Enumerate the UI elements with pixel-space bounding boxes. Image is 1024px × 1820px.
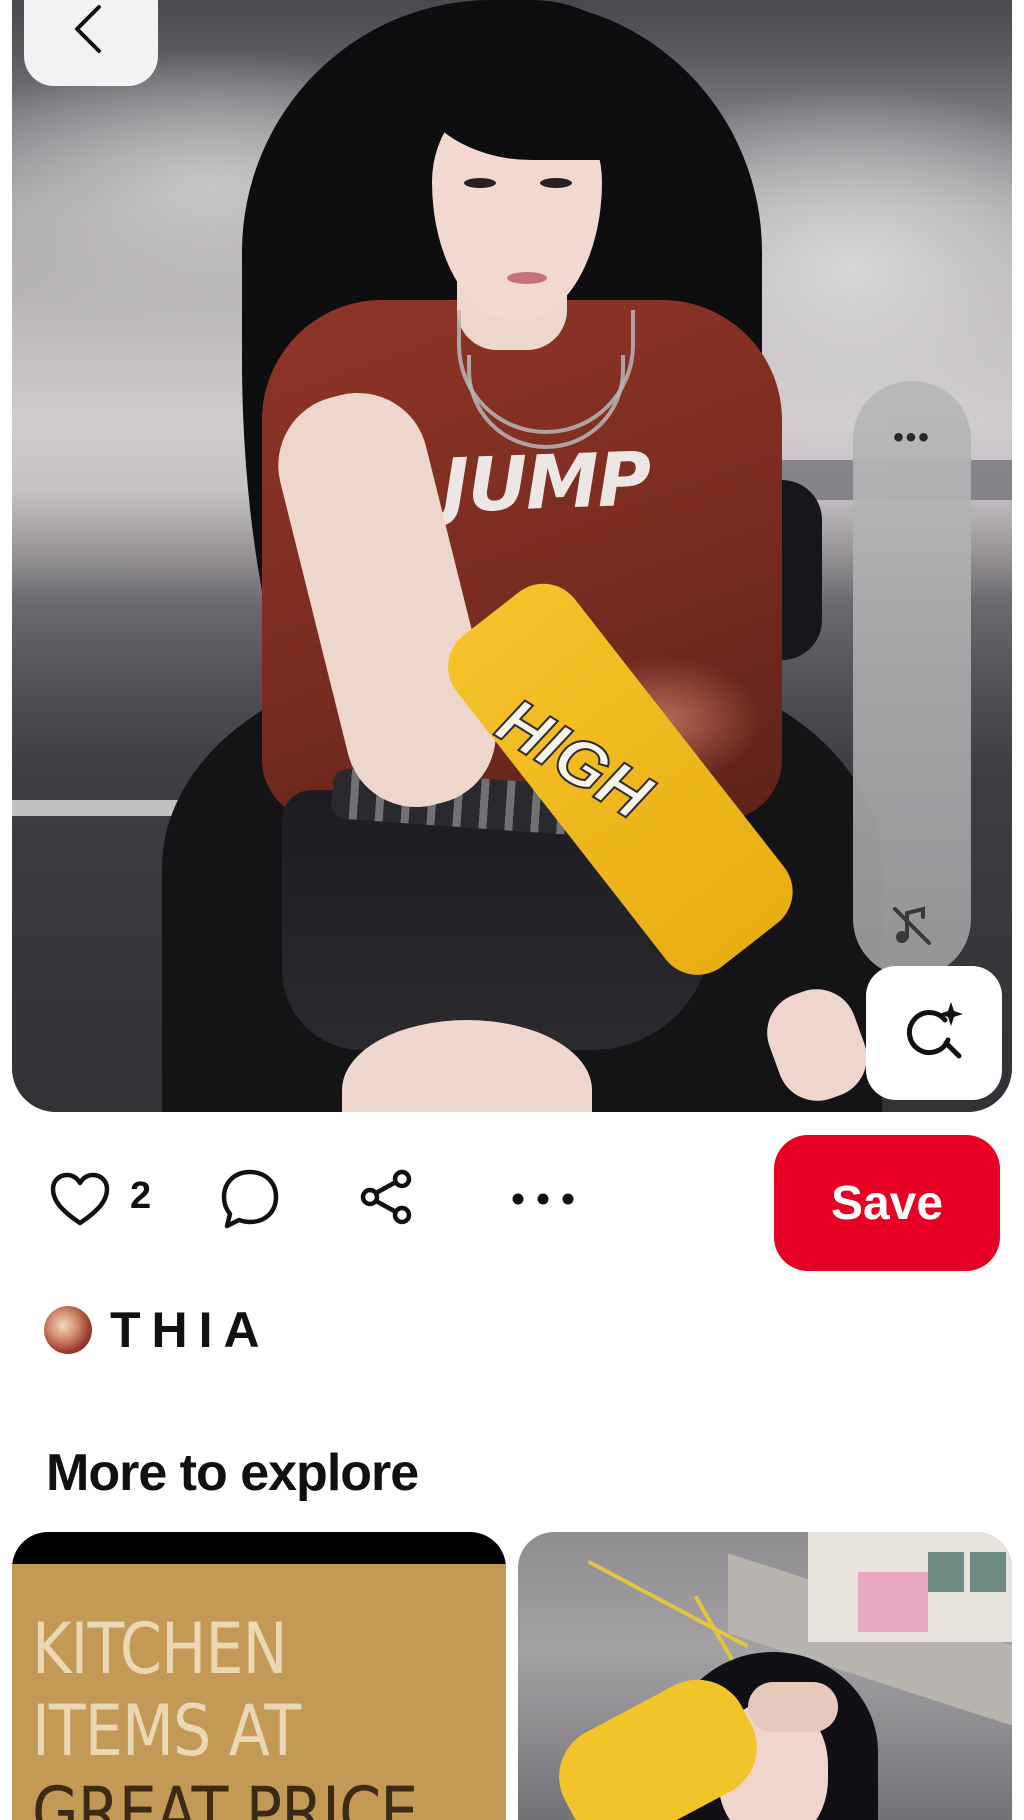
photo-heart-hands: [748, 1682, 838, 1732]
figure-eye: [540, 178, 572, 188]
photo-poster: [858, 1572, 928, 1632]
back-button[interactable]: [24, 0, 158, 86]
photo-road-line: [587, 1559, 749, 1649]
ad-text-line: ITEMS AT: [32, 1690, 301, 1772]
pin-author[interactable]: THIA: [44, 1300, 271, 1360]
explore-card-photo[interactable]: [518, 1532, 1012, 1820]
pin-detail-screen: JUMP HIGH ••• 2 Save THIA More to explor…: [0, 0, 1024, 1820]
like-count: 2: [130, 1175, 152, 1217]
save-button[interactable]: Save: [774, 1135, 1000, 1271]
more-options-button[interactable]: [508, 1171, 578, 1231]
ad-creative: KITCHEN ITEMS AT GREAT PRICE: [12, 1564, 506, 1820]
comment-bubble-icon: [219, 1168, 281, 1235]
photo-window: [970, 1552, 1006, 1592]
visual-search-button[interactable]: [866, 966, 1002, 1100]
pin-action-bar: 2 Save: [0, 1135, 1024, 1275]
chevron-left-icon: [61, 1, 121, 66]
section-title: More to explore: [46, 1444, 419, 1502]
comment-button[interactable]: [218, 1169, 282, 1233]
heart-icon: [49, 1171, 111, 1232]
media-side-panel: •••: [853, 381, 971, 977]
ad-text-line: GREAT PRICE: [32, 1772, 418, 1820]
share-icon: [357, 1167, 417, 1232]
visual-search-sparkle-icon: [899, 996, 969, 1071]
music-muted-icon[interactable]: [889, 903, 935, 949]
more-dots-icon: [508, 1191, 578, 1212]
ad-text-line: KITCHEN: [32, 1608, 288, 1690]
like-button[interactable]: [48, 1171, 112, 1231]
explore-card-ad[interactable]: KITCHEN ITEMS AT GREAT PRICE: [12, 1532, 506, 1820]
share-button[interactable]: [355, 1167, 419, 1231]
avatar[interactable]: [44, 1306, 92, 1354]
author-name[interactable]: THIA: [110, 1301, 271, 1359]
figure-eye: [464, 178, 496, 188]
image-more-button[interactable]: •••: [853, 421, 971, 455]
photo-window: [928, 1552, 964, 1592]
shirt-print: JUMP: [440, 436, 651, 530]
figure-lips: [507, 272, 547, 284]
